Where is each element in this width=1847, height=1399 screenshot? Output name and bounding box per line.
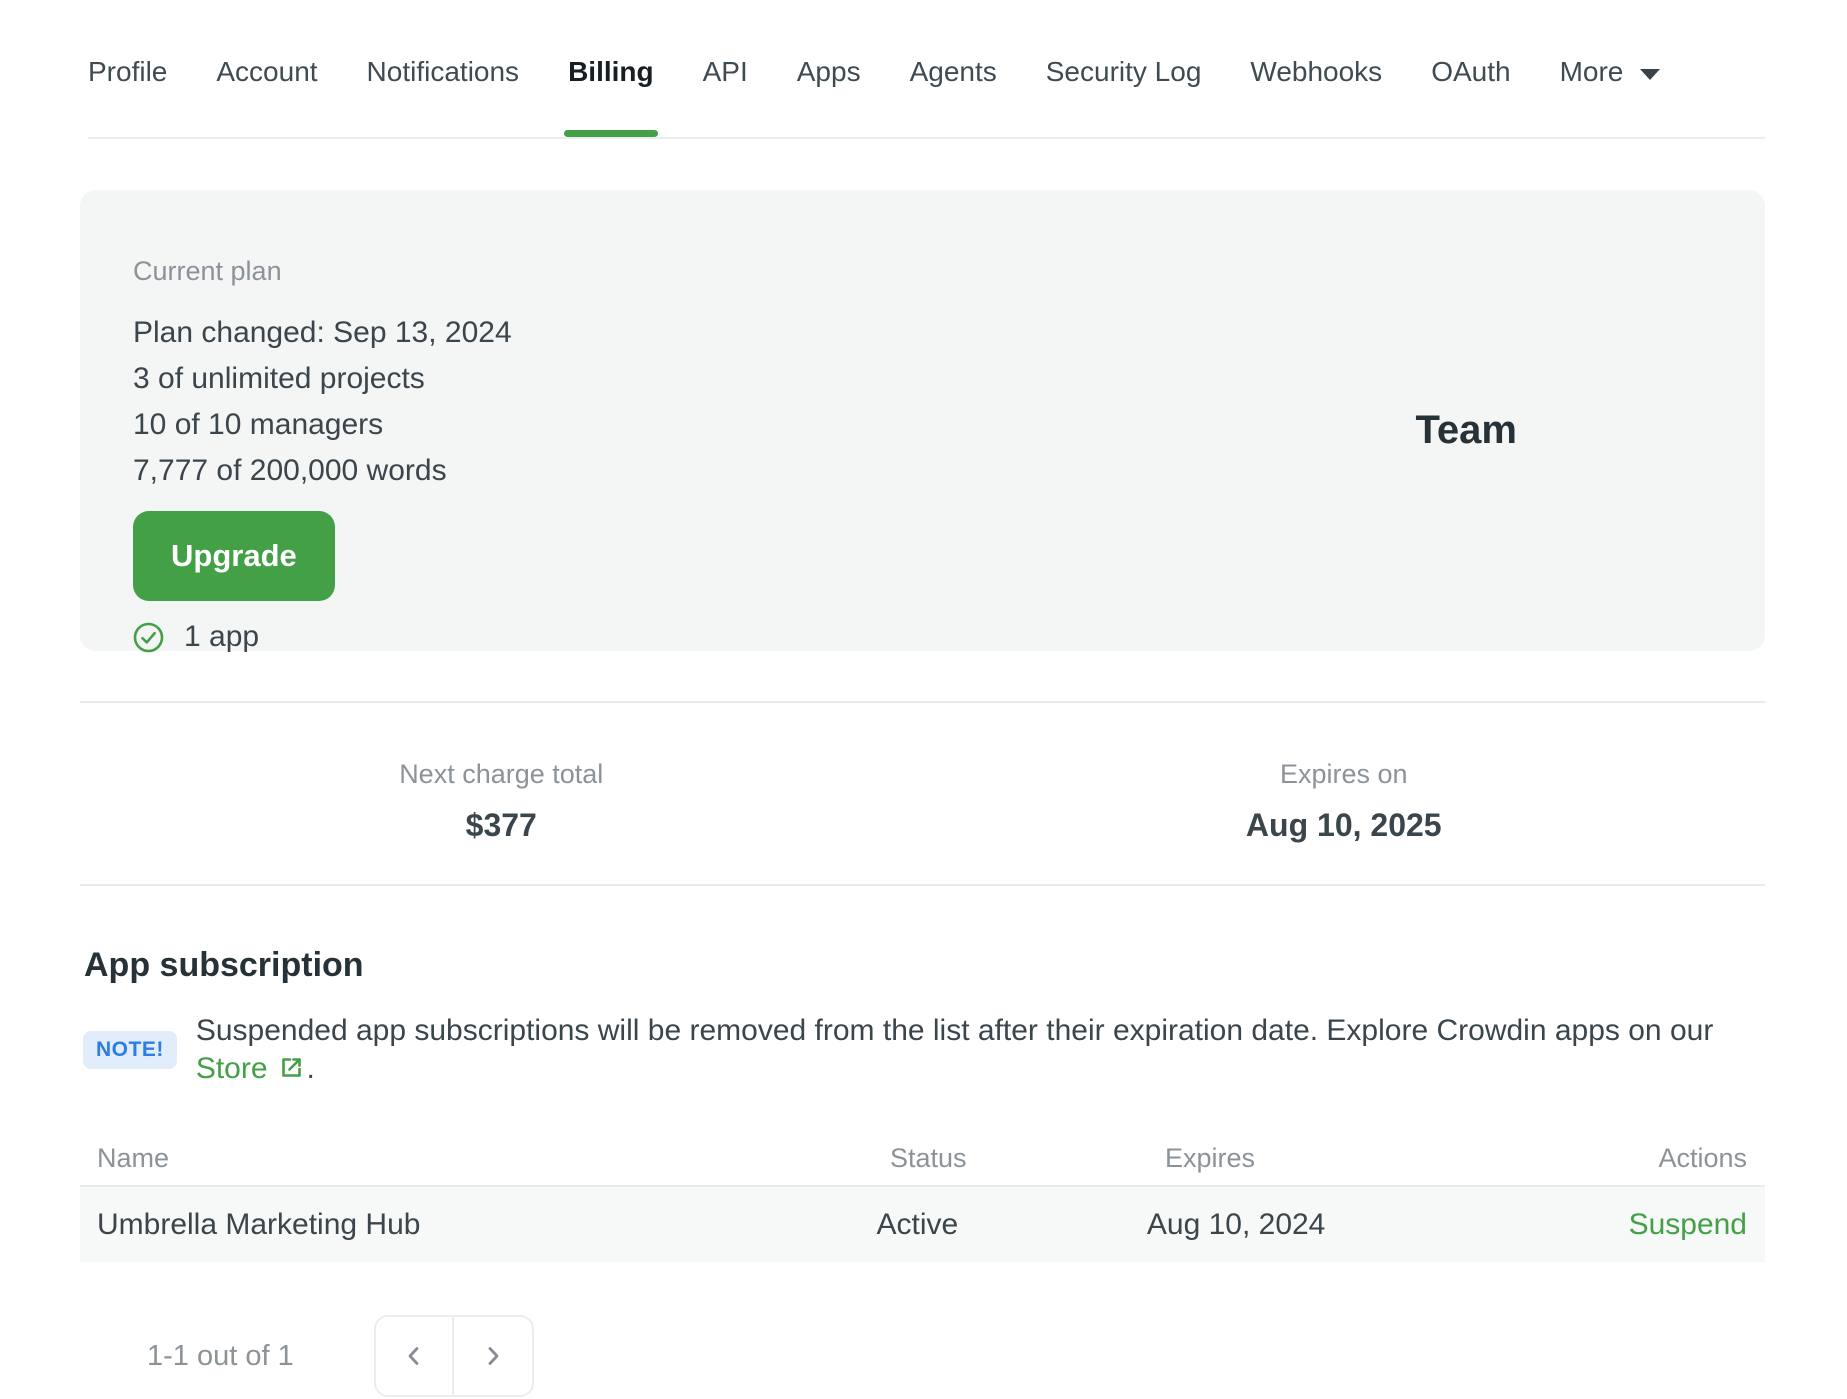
plan-projects-usage: 3 of unlimited projects xyxy=(133,362,425,395)
tab-oauth[interactable]: OAuth xyxy=(1431,52,1510,137)
pagination: 1-1 out of 1 xyxy=(80,1315,1765,1397)
tab-webhooks[interactable]: Webhooks xyxy=(1250,52,1382,137)
app-name-cell: Umbrella Marketing Hub xyxy=(97,1207,421,1241)
pager-button-group xyxy=(373,1315,534,1397)
tab-more-label: More xyxy=(1559,56,1624,87)
header-expires: Expires xyxy=(1165,1143,1256,1173)
expires-on-block: Expires on Aug 10, 2025 xyxy=(923,703,1766,884)
note-text-before: Suspended app subscriptions will be remo… xyxy=(195,1014,1714,1047)
tab-apps[interactable]: Apps xyxy=(797,52,861,137)
chevron-right-icon xyxy=(488,1347,499,1365)
current-plan-card: Current plan Plan changed: Sep 13, 2024 … xyxy=(80,190,1765,654)
header-status: Status xyxy=(890,1143,967,1173)
note-text-after: . xyxy=(306,1052,315,1085)
store-link[interactable]: Store xyxy=(196,1052,268,1085)
header-name: Name xyxy=(97,1143,170,1173)
table-row: Umbrella Marketing Hub Active Aug 10, 20… xyxy=(80,1187,1765,1262)
note-line: NOTE! Suspended app subscriptions will b… xyxy=(83,1012,1765,1088)
upgrade-button[interactable]: Upgrade xyxy=(133,511,335,601)
app-count-label: 1 app xyxy=(184,620,260,653)
next-page-button[interactable] xyxy=(453,1317,532,1395)
check-circle-icon xyxy=(133,622,164,652)
tab-api[interactable]: API xyxy=(703,52,748,137)
current-plan-label: Current plan xyxy=(133,256,282,286)
chevron-down-icon xyxy=(1640,68,1661,80)
tab-security-log[interactable]: Security Log xyxy=(1046,52,1202,137)
table-header-row: Name Status Expires Actions xyxy=(80,1132,1765,1187)
plan-managers-usage: 10 of 10 managers xyxy=(133,408,384,441)
next-charge-label: Next charge total xyxy=(399,759,604,789)
settings-tab-bar: Profile Account Notifications Billing AP… xyxy=(88,0,1765,139)
app-status-cell: Active xyxy=(876,1207,959,1241)
tab-more[interactable]: More xyxy=(1560,52,1661,137)
plan-words-usage: 7,777 of 200,000 words xyxy=(133,454,447,487)
plan-name: Team xyxy=(1415,408,1517,452)
tab-profile[interactable]: Profile xyxy=(88,52,167,137)
app-subscriptions-table: Name Status Expires Actions Umbrella Mar… xyxy=(80,1132,1765,1262)
plan-changed-date: Plan changed: Sep 13, 2024 xyxy=(133,316,512,349)
billing-settings-page: Profile Account Notifications Billing AP… xyxy=(0,0,1847,1399)
next-charge-value: $377 xyxy=(465,807,537,843)
pagination-summary: 1-1 out of 1 xyxy=(147,1339,294,1372)
expires-on-label: Expires on xyxy=(1279,759,1408,789)
suspend-link[interactable]: Suspend xyxy=(1629,1208,1747,1241)
chevron-left-icon xyxy=(408,1347,419,1365)
plan-details: Plan changed: Sep 13, 2024 3 of unlimite… xyxy=(133,310,1765,494)
expires-on-value: Aug 10, 2025 xyxy=(1245,807,1442,843)
external-link-icon[interactable] xyxy=(278,1054,305,1081)
note-badge: NOTE! xyxy=(83,1031,177,1069)
app-expires-cell: Aug 10, 2024 xyxy=(1146,1207,1326,1241)
next-charge-block: Next charge total $377 xyxy=(80,703,923,884)
billing-summary: Next charge total $377 Expires on Aug 10… xyxy=(80,701,1765,886)
tab-billing[interactable]: Billing xyxy=(564,52,658,137)
tab-notifications[interactable]: Notifications xyxy=(367,52,520,137)
header-actions: Actions xyxy=(1658,1143,1747,1173)
tab-agents[interactable]: Agents xyxy=(910,52,997,137)
app-count-line: 1 app xyxy=(133,620,1765,654)
note-text: Suspended app subscriptions will be remo… xyxy=(196,1012,1765,1088)
previous-page-button[interactable] xyxy=(375,1317,454,1395)
app-subscription-title: App subscription xyxy=(84,946,364,984)
tab-account[interactable]: Account xyxy=(216,52,317,137)
